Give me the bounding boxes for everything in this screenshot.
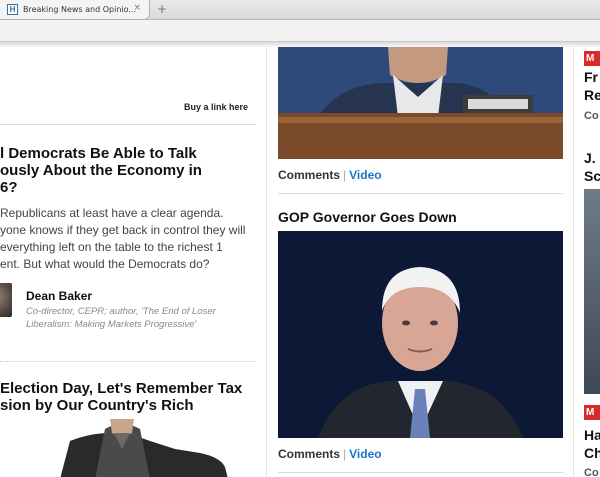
divider [278, 472, 563, 473]
article-photo[interactable] [584, 189, 600, 394]
left-column: Buy a link here l Democrats Be Able to T… [0, 47, 256, 477]
byline-fragment: Co [584, 110, 599, 122]
headline-fragment[interactable]: Sc [584, 168, 600, 185]
new-tab-icon[interactable]: + [157, 2, 167, 16]
article-snippet: Republicans at least have a clear agenda… [0, 205, 256, 273]
divider [0, 124, 256, 125]
video-link[interactable]: Video [349, 447, 381, 461]
author-name-link[interactable]: Dean Baker [26, 289, 92, 303]
headline-line: Election Day, Let's Remember Tax [0, 380, 243, 397]
category-badge: M [584, 405, 600, 420]
hearing-photo-illustration [278, 47, 563, 159]
divider [278, 193, 563, 194]
headline-fragment[interactable]: Ha [584, 427, 600, 444]
buy-link-button[interactable]: Buy a link here [184, 102, 248, 112]
governor-photo-illustration [278, 231, 563, 438]
man-photo-illustration [0, 419, 256, 477]
author-avatar[interactable] [0, 283, 12, 317]
snippet-line: everything left on the table to the rich… [0, 240, 223, 254]
headline-line: sion by Our Country's Rich [0, 397, 194, 414]
dotted-divider [0, 361, 256, 362]
byline-fragment: Co [584, 467, 599, 477]
video-link[interactable]: Video [349, 168, 381, 182]
comments-link[interactable]: Comments [278, 447, 340, 461]
comments-link[interactable]: Comments [278, 168, 340, 182]
headline-fragment[interactable]: Fr [584, 69, 598, 86]
author-bio: Co-director, CEPR; author, 'The End of L… [26, 305, 251, 331]
comments-row: Comments | Video [278, 168, 382, 182]
tab-close-icon[interactable]: × [133, 3, 141, 13]
headline-line: 6? [0, 179, 18, 196]
snippet-line: yone knows if they get back in control t… [0, 223, 246, 237]
article-photo[interactable] [0, 419, 256, 477]
browser-toolbar [0, 20, 600, 42]
headline-fragment[interactable]: J. [584, 150, 596, 167]
browser-tab-bar: H Breaking News and Opinio... × + [0, 0, 600, 20]
snippet-line: ent. But what would the Democrats do? [0, 257, 210, 271]
browser-tab[interactable]: H Breaking News and Opinio... × [0, 0, 150, 20]
column-divider [573, 47, 574, 477]
separator: | [343, 168, 347, 182]
article-headline-election-day[interactable]: Election Day, Let's Remember Tax sion by… [0, 380, 256, 414]
governor-photo[interactable] [278, 231, 563, 438]
article-headline-gop-governor[interactable]: GOP Governor Goes Down [278, 209, 457, 225]
article-headline-democrats[interactable]: l Democrats Be Able to Talk ously About … [0, 145, 256, 196]
bio-line: Liberalism: Making Markets Progressive' [26, 319, 197, 330]
comments-row: Comments | Video [278, 447, 382, 461]
headline-fragment[interactable]: Ch [584, 445, 600, 462]
middle-column: Comments | Video GOP Governor Goes Down Co… [278, 47, 563, 477]
snippet-line: Republicans at least have a clear agenda… [0, 206, 224, 220]
separator: | [343, 447, 347, 461]
site-favicon-icon: H [7, 4, 18, 15]
headline-line: l Democrats Be Able to Talk [0, 145, 197, 162]
column-divider [266, 47, 267, 477]
tab-title: Breaking News and Opinio... [23, 5, 136, 14]
hearing-photo[interactable] [278, 47, 563, 159]
category-badge: M [584, 51, 600, 66]
right-column: M Fr Re Co J. Sc M Ha Ch Co [584, 47, 600, 477]
headline-line: ously About the Economy in [0, 162, 202, 179]
headline-fragment[interactable]: Re [584, 87, 600, 104]
bio-line: Co-director, CEPR; author, 'The End of L… [26, 306, 216, 317]
